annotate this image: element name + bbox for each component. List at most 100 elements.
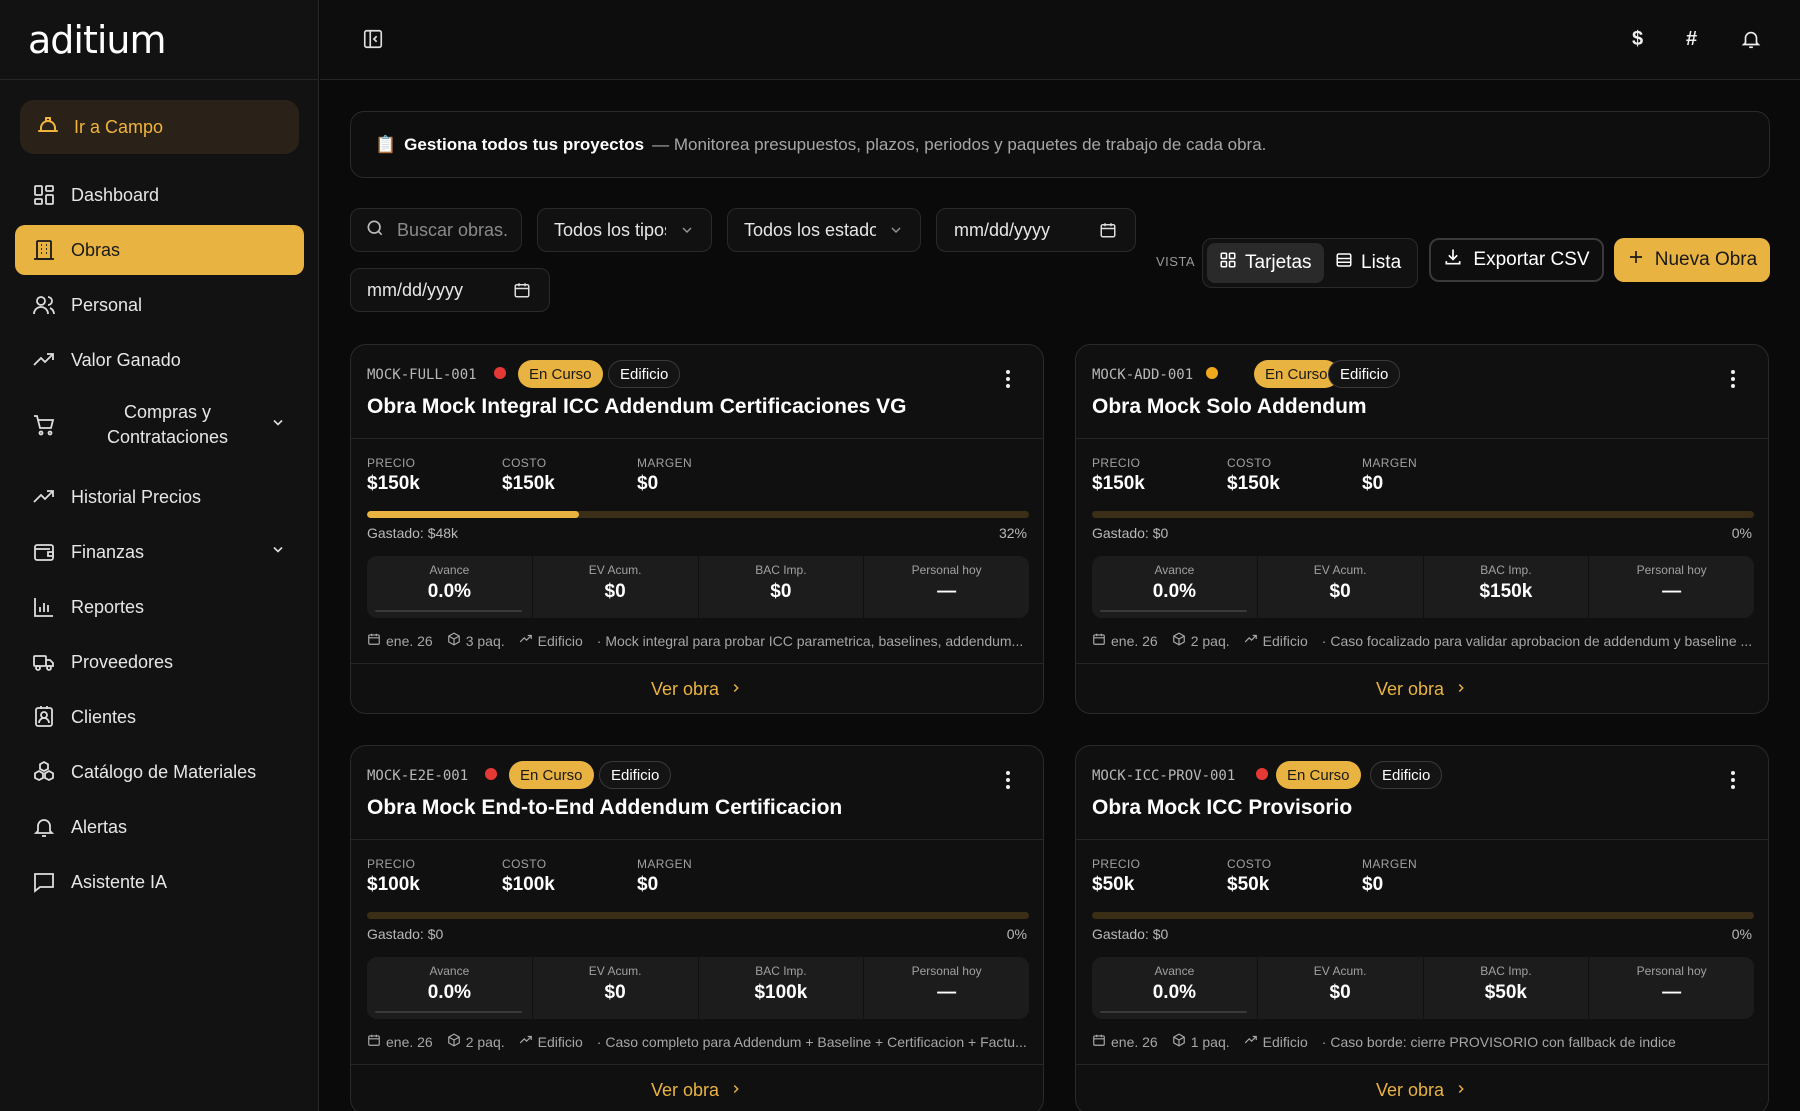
sidebar-item-historial-precios[interactable]: Historial Precios bbox=[15, 472, 304, 522]
calendar-icon[interactable] bbox=[513, 281, 531, 304]
more-options-icon[interactable] bbox=[1005, 770, 1011, 795]
evm-stats: Avance 0.0% EV Acum. $0 BAC Imp. $50k Pe… bbox=[1092, 957, 1754, 1019]
avance-label: Avance bbox=[1154, 563, 1195, 577]
costo-value: $150k bbox=[1227, 473, 1280, 494]
obra-card[interactable]: MOCK-ADD-001 En Curso Edificio Obra Mock… bbox=[1075, 344, 1769, 714]
sidebar-item-valor-ganado[interactable]: Valor Ganado bbox=[15, 335, 304, 385]
obra-title[interactable]: Obra Mock ICC Provisorio bbox=[1092, 796, 1352, 820]
date-to-input[interactable]: mm/dd/yyyy bbox=[350, 268, 550, 312]
calendar-icon bbox=[367, 1033, 381, 1050]
chevron-down-icon bbox=[888, 222, 904, 243]
personal-label: Personal hoy bbox=[911, 563, 982, 577]
chevron-down-icon[interactable] bbox=[270, 415, 286, 436]
sidebar-item-obras[interactable]: Obras bbox=[15, 225, 304, 275]
sidebar-toggle-icon[interactable] bbox=[362, 28, 384, 55]
ev-value: $0 bbox=[1329, 982, 1351, 1003]
obra-card[interactable]: MOCK-E2E-001 En Curso Edificio Obra Mock… bbox=[350, 745, 1044, 1111]
ver-obra-link[interactable]: Ver obra bbox=[1076, 663, 1768, 713]
trending-icon bbox=[1244, 1033, 1258, 1050]
costo-value: $100k bbox=[502, 874, 555, 895]
status-dot bbox=[485, 768, 497, 780]
sidebar-item-catalogo[interactable]: Catálogo de Materiales bbox=[15, 747, 304, 797]
packages-meta: 3 paq. bbox=[447, 632, 505, 649]
package-icon bbox=[447, 632, 461, 649]
bac-label: BAC Imp. bbox=[1480, 964, 1532, 978]
ver-obra-link[interactable]: Ver obra bbox=[1076, 1064, 1768, 1111]
more-options-icon[interactable] bbox=[1730, 770, 1736, 795]
bell-icon[interactable] bbox=[1740, 28, 1762, 56]
trending-icon bbox=[31, 347, 57, 373]
type-meta: Edificio bbox=[519, 632, 583, 649]
trending-icon bbox=[31, 484, 57, 510]
search-input[interactable]: Buscar obras... bbox=[350, 208, 522, 252]
app-logo[interactable]: aditium bbox=[28, 18, 167, 62]
avance-label: Avance bbox=[429, 563, 470, 577]
status-badge: En Curso bbox=[1276, 761, 1361, 789]
more-options-icon[interactable] bbox=[1730, 369, 1736, 394]
list-icon bbox=[1335, 251, 1353, 275]
sidebar-item-personal[interactable]: Personal bbox=[15, 280, 304, 330]
sidebar-item-finanzas[interactable]: Finanzas bbox=[15, 527, 304, 577]
obra-title[interactable]: Obra Mock End-to-End Addendum Certificac… bbox=[367, 796, 842, 820]
chevron-down-icon[interactable] bbox=[270, 542, 286, 563]
banner-title: Gestiona todos tus proyectos bbox=[404, 134, 645, 154]
packages-text: 2 paq. bbox=[1190, 632, 1230, 649]
ver-obra-label: Ver obra bbox=[650, 1079, 720, 1100]
ver-obra-link[interactable]: Ver obra bbox=[351, 1064, 1043, 1111]
status-select[interactable]: Todos los estados bbox=[727, 208, 921, 252]
status-dot bbox=[1256, 768, 1268, 780]
sidebar-item-label: Dashboard bbox=[71, 184, 160, 205]
sidebar-item-reportes[interactable]: Reportes bbox=[15, 582, 304, 632]
precio-value: $50k bbox=[1092, 874, 1135, 895]
nueva-obra-button[interactable]: Nueva Obra bbox=[1614, 238, 1770, 282]
view-cards-button[interactable]: Tarjetas bbox=[1207, 243, 1324, 283]
ev-label: EV Acum. bbox=[1313, 563, 1367, 577]
personal-stat: Personal hoy — bbox=[1589, 957, 1754, 1019]
ver-obra-label: Ver obra bbox=[1375, 1079, 1445, 1100]
packages-meta: 2 paq. bbox=[1172, 632, 1230, 649]
precio-value: $150k bbox=[1092, 473, 1145, 494]
date-from-input[interactable]: mm/dd/yyyy bbox=[936, 208, 1136, 252]
margen-label: MARGEN bbox=[1362, 456, 1418, 470]
bac-stat: BAC Imp. $50k bbox=[1424, 957, 1590, 1019]
obra-title[interactable]: Obra Mock Solo Addendum bbox=[1092, 395, 1367, 419]
type-select-value: Todos los tipos bbox=[554, 219, 666, 240]
ver-obra-link[interactable]: Ver obra bbox=[351, 663, 1043, 713]
type-meta: Edificio bbox=[1244, 632, 1308, 649]
bac-value: $150k bbox=[1479, 581, 1533, 602]
export-csv-button[interactable]: Exportar CSV bbox=[1429, 238, 1604, 282]
sidebar-item-alertas[interactable]: Alertas bbox=[15, 802, 304, 852]
hash-icon[interactable]: # bbox=[1686, 28, 1697, 51]
type-badge: Edificio bbox=[1370, 761, 1443, 789]
sidebar-item-clientes[interactable]: Clientes bbox=[15, 692, 304, 742]
more-options-icon[interactable] bbox=[1005, 369, 1011, 394]
status-dot bbox=[1206, 367, 1218, 379]
packages-text: 2 paq. bbox=[465, 1033, 505, 1050]
type-select[interactable]: Todos los tipos bbox=[537, 208, 712, 252]
sidebar-nav: Dashboard Obras Personal Valor Ganado Co… bbox=[15, 170, 304, 912]
ir-a-campo-button[interactable]: Ir a Campo bbox=[20, 100, 299, 154]
sidebar-item-dashboard[interactable]: Dashboard bbox=[15, 170, 304, 220]
boxes-icon bbox=[31, 759, 57, 785]
ev-stat: EV Acum. $0 bbox=[533, 957, 699, 1019]
gastado-text: Gastado: $0 bbox=[367, 926, 444, 942]
sidebar-item-compras[interactable]: Compras y Contrataciones bbox=[15, 390, 304, 460]
obra-title[interactable]: Obra Mock Integral ICC Addendum Certific… bbox=[367, 395, 907, 419]
calendar-icon[interactable] bbox=[1099, 221, 1117, 244]
spent-progress-bar bbox=[1092, 511, 1754, 518]
avance-stat: Avance 0.0% bbox=[367, 556, 533, 618]
obra-card[interactable]: MOCK-ICC-PROV-001 En Curso Edificio Obra… bbox=[1075, 745, 1769, 1111]
precio-label: PRECIO bbox=[367, 456, 416, 470]
margen-label: MARGEN bbox=[1362, 857, 1418, 871]
type-badge: Edificio bbox=[1328, 360, 1401, 388]
costo-value: $150k bbox=[502, 473, 555, 494]
dollar-icon[interactable]: $ bbox=[1632, 28, 1643, 51]
sidebar-item-asistente-ia[interactable]: Asistente IA bbox=[15, 857, 304, 907]
obra-card[interactable]: MOCK-FULL-001 En Curso Edificio Obra Moc… bbox=[350, 344, 1044, 714]
sidebar-item-proveedores[interactable]: Proveedores bbox=[15, 637, 304, 687]
gastado-text: Gastado: $0 bbox=[1092, 525, 1169, 541]
type-text: Edificio bbox=[1262, 632, 1308, 649]
date-meta: ene. 26 bbox=[1092, 1033, 1158, 1050]
view-list-button[interactable]: Lista bbox=[1323, 243, 1413, 283]
vista-label: VISTA bbox=[1156, 254, 1196, 269]
